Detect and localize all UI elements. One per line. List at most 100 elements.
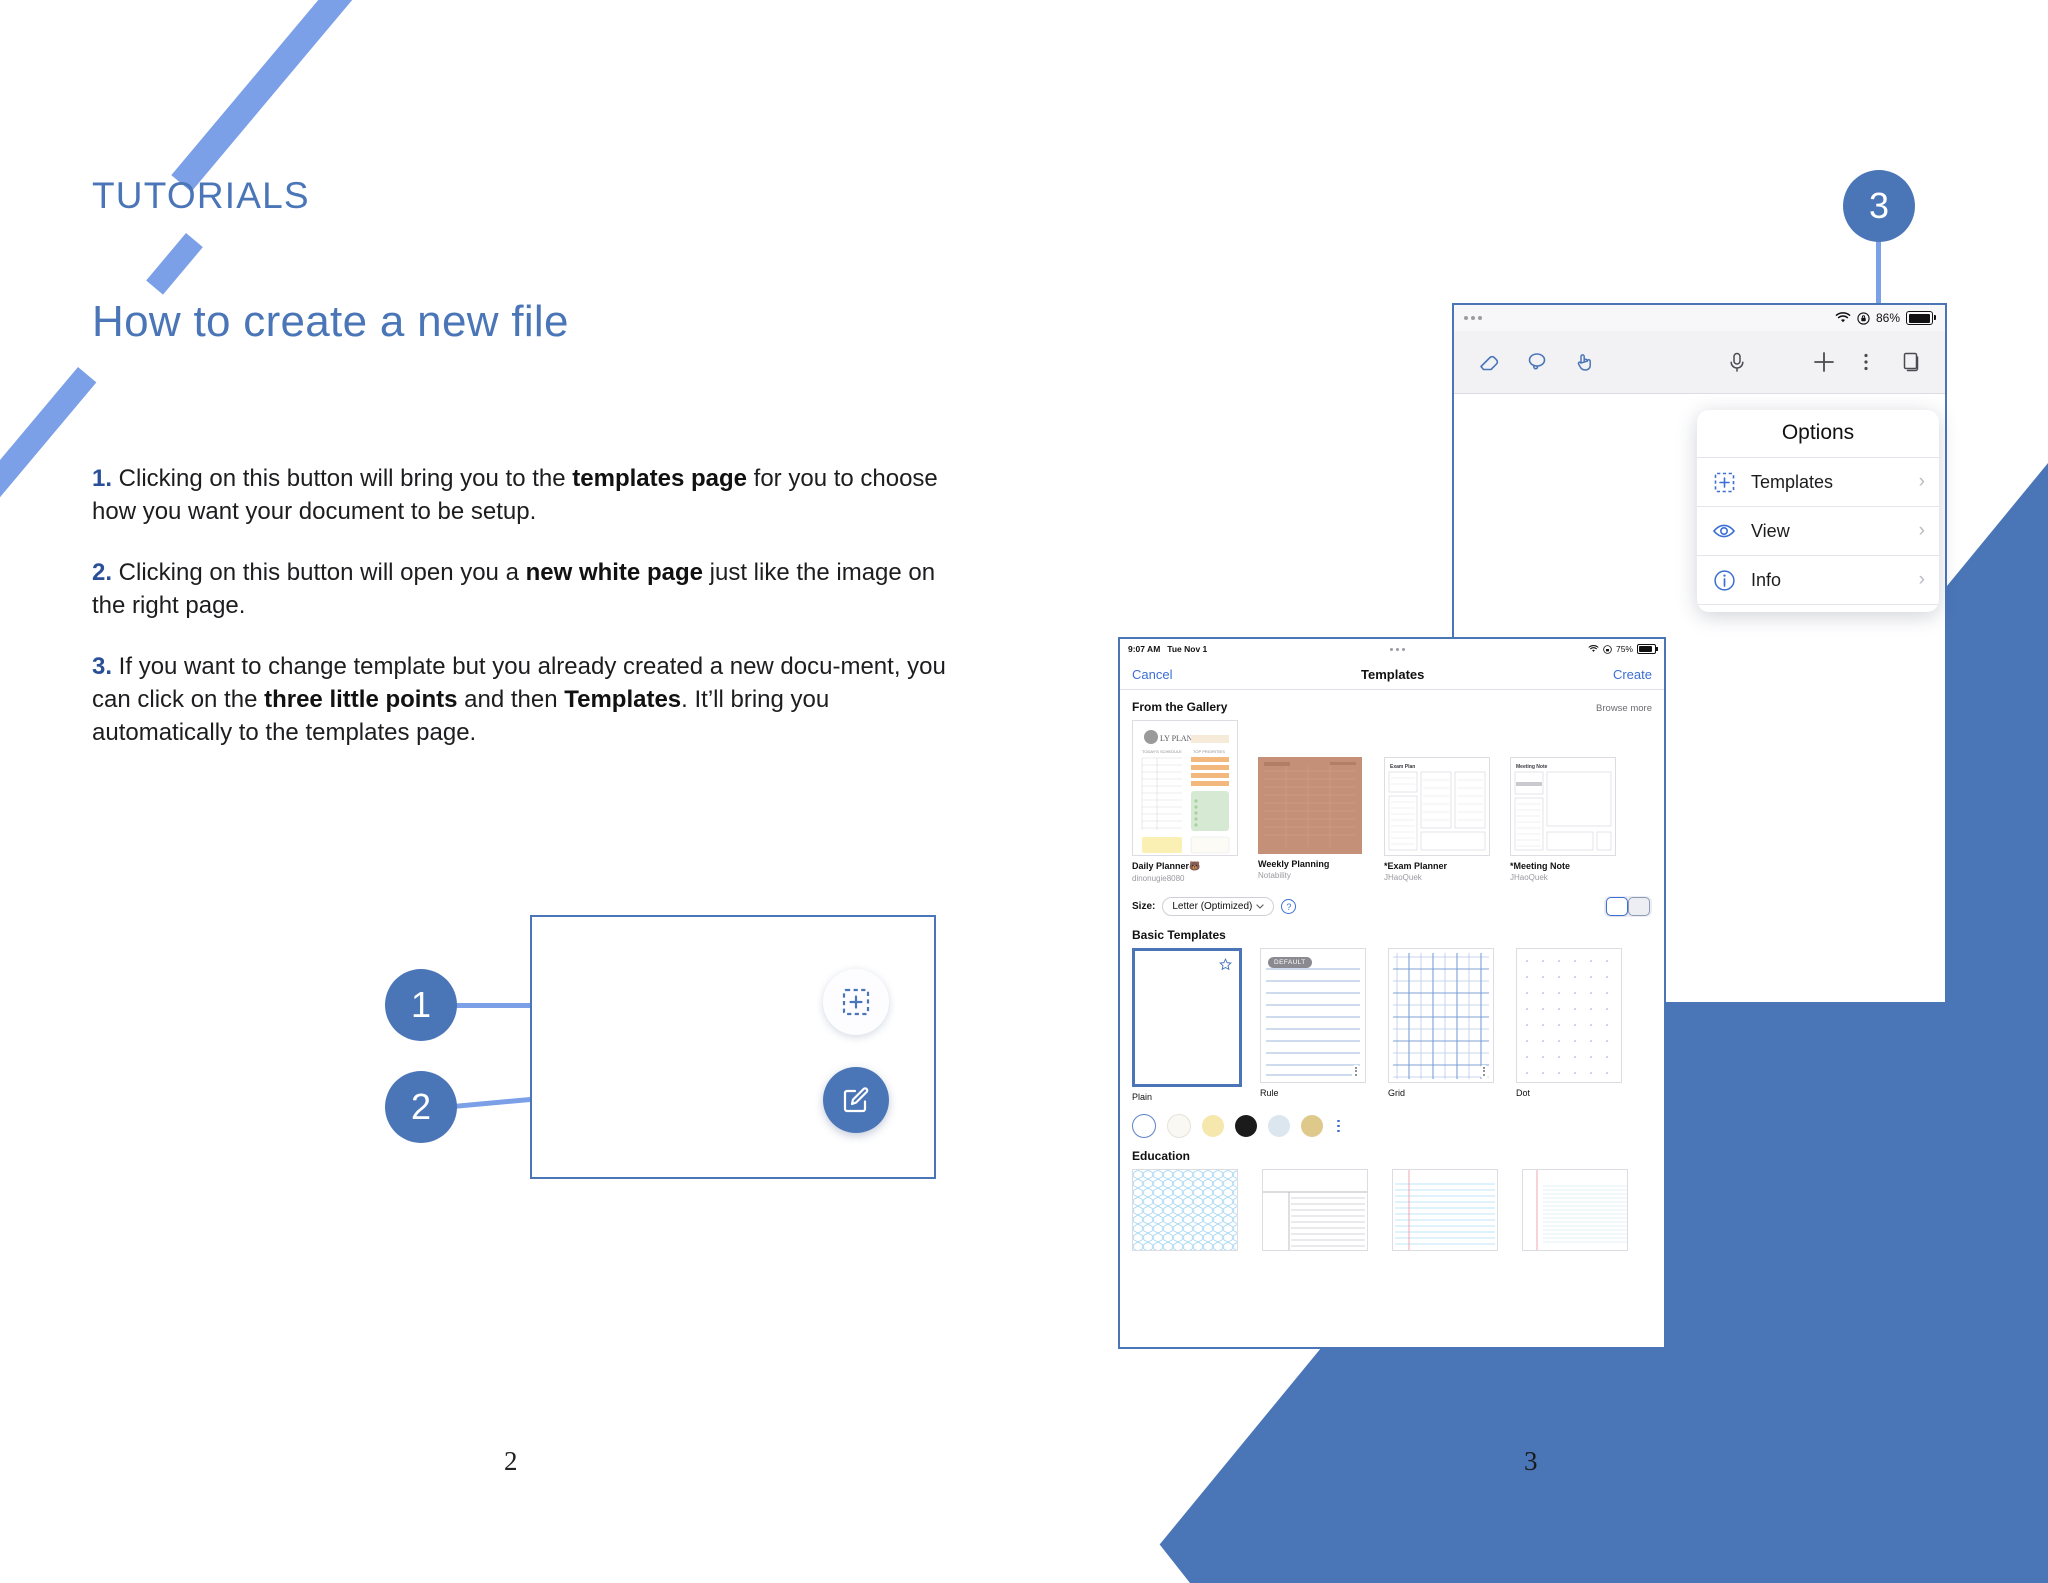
battery-percent-label: 86% (1875, 311, 1900, 325)
gallery-section-header: From the Gallery Browse more (1120, 690, 1664, 720)
section-eyebrow: TUTORIALS (92, 175, 310, 216)
note-editor-toolbar (1454, 331, 1945, 394)
battery-icon (1906, 311, 1936, 325)
note-editor-status-bar: 86% (1454, 305, 1945, 331)
size-select[interactable]: Letter (Optimized) (1162, 897, 1275, 916)
more-vertical-icon[interactable] (1337, 1119, 1340, 1133)
multitask-dots-icon[interactable] (1390, 647, 1406, 651)
landscape-icon[interactable] (1628, 897, 1650, 916)
svg-text:LY PLAN: LY PLAN (1160, 734, 1193, 743)
basic-templates-list: Plain DEFAULT Rule Grid Dot (1120, 948, 1664, 1102)
new-from-template-fab[interactable] (823, 969, 889, 1035)
size-select-value: Letter (Optimized) (1172, 901, 1253, 912)
dashed-square-plus-icon (842, 988, 870, 1016)
dashed-square-plus-icon (1711, 469, 1737, 495)
create-button[interactable]: Create (1613, 667, 1652, 682)
options-item-info[interactable]: Info › (1697, 555, 1939, 604)
template-thumbnail-plain (1132, 948, 1242, 1087)
color-swatch-tan[interactable] (1301, 1115, 1323, 1137)
instruction-emphasis: three little points (264, 686, 458, 713)
status-date: Tue Nov 1 (1167, 644, 1208, 654)
default-badge: DEFAULT (1268, 957, 1312, 968)
svg-text:TOP PRIORITIES: TOP PRIORITIES (1193, 749, 1225, 754)
page-number-right: 3 (1524, 1446, 1538, 1476)
more-vertical-icon[interactable] (1352, 1064, 1360, 1078)
basic-template-item[interactable]: DEFAULT Rule (1260, 948, 1366, 1102)
multitask-dots-icon[interactable] (1464, 316, 1482, 320)
color-swatch-cream[interactable] (1167, 1114, 1191, 1138)
decorative-corner-notch (1060, 1418, 1190, 1583)
hand-pointer-icon[interactable] (1568, 345, 1602, 379)
plus-icon[interactable] (1807, 345, 1841, 379)
svg-text:Exam Plan: Exam Plan (1390, 764, 1415, 770)
tutorial-spread: TUTORIALS How to create a new file 1. Cl… (0, 0, 2048, 1583)
compose-pencil-icon (843, 1087, 869, 1113)
status-time: 9:07 AM (1128, 644, 1161, 654)
basic-template-item[interactable]: Grid (1388, 948, 1494, 1102)
svg-text:Meeting Note: Meeting Note (1516, 764, 1548, 770)
more-vertical-icon[interactable] (1849, 345, 1883, 379)
gallery-heading: From the Gallery (1132, 700, 1228, 714)
color-swatch-blue-grey[interactable] (1268, 1115, 1290, 1137)
instruction-paragraph-2: 2. Clicking on this button will open you… (92, 556, 947, 622)
options-item-view[interactable]: View › (1697, 506, 1939, 555)
gallery-item[interactable]: Exam Plan *Exam Planner JHaoQuek (1384, 720, 1490, 882)
gallery-item[interactable]: Meeting Note *Meeting Note JHaoQuek (1510, 720, 1616, 882)
gallery-item-author: JHaoQuek (1510, 873, 1548, 882)
lasso-icon[interactable] (1520, 345, 1554, 379)
basic-template-name: Rule (1260, 1088, 1279, 1098)
instruction-number: 3. (92, 653, 113, 680)
gallery-list: LY PLAN TODAY'S SCHEDULE TOP PRIORITIES (1120, 720, 1664, 883)
instruction-text: Clicking on this button will bring you t… (112, 465, 573, 492)
rotation-lock-icon (1857, 311, 1870, 325)
gallery-item[interactable]: Weekly Planning Notability (1258, 720, 1362, 880)
browse-more-link[interactable]: Browse more (1596, 703, 1652, 714)
page-title: How to create a new file (92, 297, 569, 346)
microphone-icon[interactable] (1720, 345, 1754, 379)
education-thumbnail-narrow-ruled[interactable] (1522, 1169, 1628, 1251)
gallery-item[interactable]: LY PLAN TODAY'S SCHEDULE TOP PRIORITIES (1132, 720, 1238, 883)
color-swatch-white[interactable] (1132, 1114, 1156, 1138)
page-number-left: 2 (504, 1446, 518, 1476)
question-circle-icon[interactable]: ? (1281, 899, 1297, 914)
color-swatch-black[interactable] (1235, 1115, 1257, 1137)
wifi-icon (1835, 312, 1851, 323)
templates-nav-bar: Cancel Templates Create (1120, 659, 1664, 690)
color-swatch-yellow[interactable] (1202, 1115, 1224, 1137)
instruction-paragraph-3: 3. If you want to change template but yo… (92, 650, 947, 749)
star-icon[interactable] (1219, 958, 1232, 971)
instruction-paragraph-1: 1. Clicking on this button will bring yo… (92, 462, 947, 528)
basic-template-item[interactable]: Plain (1132, 948, 1242, 1102)
cancel-button[interactable]: Cancel (1132, 667, 1172, 682)
options-popup-title: Options (1781, 421, 1855, 444)
basic-template-item[interactable]: Dot (1516, 948, 1622, 1102)
instruction-text: Clicking on this button will open you a (112, 559, 526, 586)
pages-icon[interactable] (1893, 345, 1927, 379)
eraser-icon[interactable] (1472, 345, 1506, 379)
chevron-right-icon: › (1918, 520, 1925, 541)
decorative-stripe-left (0, 367, 97, 536)
gallery-item-name: Daily Planner🐻 (1132, 861, 1201, 871)
gallery-item-name: *Exam Planner (1384, 861, 1448, 871)
template-thumbnail-grid (1388, 948, 1494, 1083)
gallery-item-author: dinonugie8080 (1132, 874, 1185, 883)
portrait-icon[interactable] (1606, 897, 1628, 916)
more-vertical-icon[interactable] (1480, 1064, 1488, 1078)
diagram-frame (530, 915, 936, 1179)
options-item-templates-label: Templates (1751, 471, 1834, 492)
options-item-templates[interactable]: Templates › (1697, 457, 1939, 506)
decorative-stripe-top (171, 0, 397, 192)
size-row: Size: Letter (Optimized) ? (1120, 883, 1664, 917)
education-thumbnail-ruled-margin[interactable] (1392, 1169, 1498, 1251)
chevron-right-icon: › (1918, 569, 1925, 590)
education-list (1120, 1169, 1664, 1251)
callout-bullet-3-label: 3 (1868, 185, 1890, 226)
callout-bullet-1-label: 1 (410, 984, 432, 1025)
gallery-thumbnail (1258, 757, 1362, 854)
orientation-toggle[interactable] (1604, 896, 1652, 917)
info-circle-icon (1711, 567, 1737, 593)
gallery-item-name: *Meeting Note (1510, 861, 1571, 871)
education-thumbnail-hexagon[interactable] (1132, 1169, 1238, 1251)
new-note-fab[interactable] (823, 1067, 889, 1133)
education-thumbnail-cornell[interactable] (1262, 1169, 1368, 1251)
